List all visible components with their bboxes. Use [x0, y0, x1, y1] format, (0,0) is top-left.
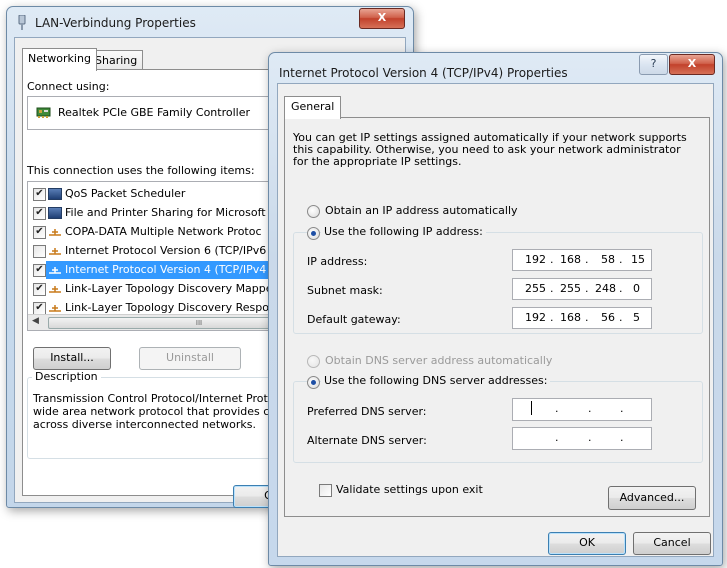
- help-icon: ?: [650, 57, 657, 70]
- use-following-ip-label[interactable]: Use the following IP address:: [321, 225, 486, 238]
- list-item[interactable]: ✔ File and Printer Sharing for Microsoft …: [30, 204, 277, 222]
- connect-using-label: Connect using:: [27, 80, 110, 93]
- network-adapter-icon: [36, 107, 51, 118]
- items-label: This connection uses the following items…: [27, 164, 255, 177]
- item-label: Internet Protocol Version 6 (TCP/IPv6: [65, 244, 267, 257]
- item-label: QoS Packet Scheduler: [65, 187, 186, 200]
- network-connection-icon: [18, 15, 26, 30]
- list-item-selected[interactable]: ✔ Internet Protocol Version 4 (TCP/IPv4: [30, 261, 273, 279]
- list-item[interactable]: ✔ Link-Layer Topology Discovery Mappe: [30, 280, 273, 298]
- use-following-dns-label[interactable]: Use the following DNS server addresses:: [321, 374, 551, 387]
- help-button[interactable]: ?: [639, 54, 668, 75]
- default-gateway-label: Default gateway:: [307, 313, 401, 326]
- ipv4-window-titlebar[interactable]: Internet Protocol Version 4 (TCP/IPv4) P…: [269, 53, 722, 83]
- preferred-dns-field[interactable]: . . .: [512, 398, 652, 421]
- protocol-icon: [49, 229, 61, 236]
- validate-settings-checkbox[interactable]: [319, 484, 332, 497]
- use-following-ip-radio[interactable]: [307, 227, 320, 240]
- protocol-icon: [49, 286, 61, 293]
- item-label: Internet Protocol Version 4 (TCP/IPv4: [65, 263, 267, 276]
- list-item[interactable]: ✔ QoS Packet Scheduler: [30, 185, 185, 203]
- protocol-icon: [49, 305, 61, 312]
- ip-address-label: IP address:: [307, 255, 368, 268]
- ip-address-field[interactable]: 192. 168. 58. 15: [512, 249, 652, 271]
- default-gateway-field[interactable]: 192. 168. 56. 5: [512, 307, 652, 329]
- text-cursor: [531, 401, 532, 415]
- install-button[interactable]: Install...: [33, 347, 111, 370]
- use-following-dns-radio[interactable]: [307, 376, 320, 389]
- item-checkbox[interactable]: ✔: [33, 225, 46, 239]
- ipv4-properties-window: Internet Protocol Version 4 (TCP/IPv4) P…: [268, 52, 723, 566]
- alternate-dns-field[interactable]: . . .: [512, 427, 652, 450]
- item-label: File and Printer Sharing for Microsoft N: [65, 206, 278, 219]
- advanced-button[interactable]: Advanced...: [608, 486, 696, 510]
- close-icon: X: [687, 57, 697, 70]
- list-item[interactable]: Internet Protocol Version 6 (TCP/IPv6: [30, 242, 266, 260]
- list-item[interactable]: ✔ COPA-DATA Multiple Network Protoc: [30, 223, 262, 241]
- tab-networking[interactable]: Networking: [22, 48, 97, 71]
- ipv4-close-button[interactable]: X: [669, 54, 715, 75]
- tab-general[interactable]: General: [284, 96, 342, 119]
- item-checkbox[interactable]: [33, 244, 46, 258]
- lan-window-titlebar[interactable]: LAN-Verbindung Properties X: [7, 7, 413, 37]
- description-label: Description: [32, 370, 101, 383]
- validate-settings-label[interactable]: Validate settings upon exit: [336, 483, 483, 496]
- preferred-dns-label: Preferred DNS server:: [307, 405, 427, 418]
- close-icon: X: [377, 11, 387, 24]
- obtain-ip-auto-radio[interactable]: [307, 205, 320, 218]
- subnet-mask-label: Subnet mask:: [307, 284, 383, 297]
- obtain-ip-auto-label[interactable]: Obtain an IP address automatically: [325, 204, 518, 217]
- ipv4-window-client: General You can get IP settings assigned…: [277, 83, 714, 557]
- item-checkbox[interactable]: ✔: [33, 187, 46, 201]
- obtain-dns-auto-radio[interactable]: [307, 355, 320, 368]
- alternate-dns-label: Alternate DNS server:: [307, 434, 427, 447]
- item-checkbox[interactable]: ✔: [33, 263, 46, 277]
- item-label: Link-Layer Topology Discovery Mappe: [65, 282, 273, 295]
- obtain-dns-auto-label[interactable]: Obtain DNS server address automatically: [325, 354, 552, 367]
- item-checkbox[interactable]: ✔: [33, 206, 46, 220]
- adapter-name: Realtek PCIe GBE Family Controller: [58, 106, 251, 119]
- ipv4-window-title: Internet Protocol Version 4 (TCP/IPv4) P…: [279, 66, 568, 80]
- cancel-button[interactable]: Cancel: [633, 532, 711, 555]
- tab-sharing[interactable]: Sharing: [89, 50, 144, 70]
- protocol-icon: [49, 248, 61, 255]
- static-dns-group: [293, 381, 703, 463]
- lan-close-button[interactable]: X: [359, 8, 405, 29]
- general-tab-panel: You can get IP settings assigned automat…: [284, 117, 710, 517]
- uninstall-button[interactable]: Uninstall: [139, 347, 241, 370]
- protocol-icon: [49, 267, 61, 274]
- item-label: COPA-DATA Multiple Network Protoc: [65, 225, 262, 238]
- scroll-left-icon[interactable]: ◀: [32, 316, 39, 326]
- subnet-mask-field[interactable]: 255. 255. 248. 0: [512, 278, 652, 300]
- network-client-icon: [48, 188, 62, 200]
- network-client-icon: [48, 207, 62, 219]
- description-text: Transmission Control Protocol/Internet P…: [33, 392, 277, 431]
- item-label: Link-Layer Topology Discovery Respo: [65, 301, 269, 314]
- item-checkbox[interactable]: ✔: [33, 282, 46, 296]
- lan-window-title: LAN-Verbindung Properties: [35, 16, 196, 30]
- item-checkbox[interactable]: ✔: [33, 301, 46, 315]
- ipv4-ok-button[interactable]: OK: [548, 532, 626, 555]
- intro-text: You can get IP settings assigned automat…: [293, 131, 687, 168]
